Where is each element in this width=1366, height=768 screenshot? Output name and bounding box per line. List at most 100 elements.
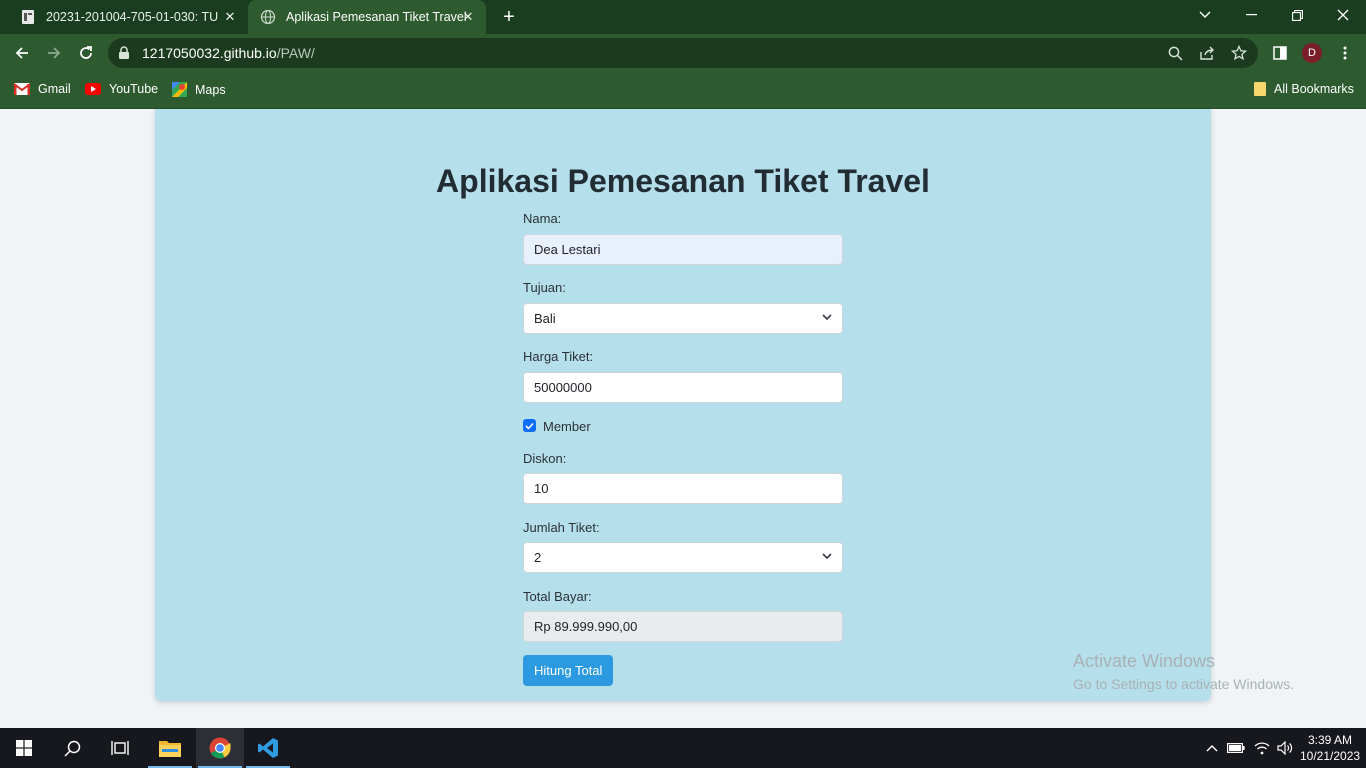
bookmark-youtube[interactable]: YouTube (85, 82, 158, 96)
tab-aplikasi[interactable]: Aplikasi Pemesanan Tiket Travel ✕ (248, 0, 486, 34)
vscode-icon (258, 738, 278, 758)
nama-label: Nama: (523, 211, 562, 226)
taskbar-clock[interactable]: 3:39 AM 10/21/2023 (1300, 732, 1360, 764)
chevron-down-icon (1199, 11, 1211, 18)
tujuan-selected-value: Bali (534, 311, 556, 326)
activate-windows-watermark: Activate Windows Go to Settings to activ… (1073, 651, 1294, 692)
url-path: /PAW/ (276, 45, 315, 61)
all-bookmarks-label: All Bookmarks (1274, 82, 1354, 96)
bookmark-gmail[interactable]: Gmail (14, 82, 71, 96)
chevron-down-icon (822, 553, 832, 560)
share-icon (1200, 46, 1214, 60)
gmail-icon (14, 83, 30, 95)
bookmarks-bar: Gmail YouTube Maps All Bookmarks (0, 72, 1366, 109)
bookmark-label: YouTube (109, 82, 159, 96)
side-panel-icon (1273, 46, 1287, 60)
form-card: Aplikasi Pemesanan Tiket Travel Nama: De… (155, 109, 1211, 701)
back-button[interactable] (11, 42, 33, 64)
task-view-button[interactable] (96, 728, 144, 768)
address-bar[interactable]: 1217050032.github.io/PAW/ (108, 38, 1258, 68)
taskbar-search-button[interactable] (48, 728, 96, 768)
close-icon (1337, 9, 1349, 21)
member-checkbox[interactable] (523, 419, 536, 432)
browser-toolbar: 1217050032.github.io/PAW/ D (0, 34, 1366, 72)
volume-icon (1277, 741, 1293, 755)
profile-avatar[interactable]: D (1302, 43, 1322, 63)
checkmark-icon (525, 422, 534, 430)
restore-icon (1291, 9, 1303, 21)
search-icon (1168, 46, 1183, 61)
forward-button[interactable] (43, 42, 65, 64)
close-tab-icon[interactable]: ✕ (222, 9, 238, 25)
total-label: Total Bayar: (523, 589, 592, 604)
lock-icon[interactable] (118, 46, 130, 60)
wifi-icon (1254, 742, 1270, 755)
windows-taskbar: 3:39 AM 10/21/2023 (0, 728, 1366, 768)
hitung-total-button[interactable]: Hitung Total (523, 655, 614, 686)
globe-icon (260, 9, 276, 25)
tab-title: 20231-201004-705-01-030: TUGAS (46, 10, 218, 24)
close-window-button[interactable] (1320, 0, 1366, 30)
clock-date: 10/21/2023 (1300, 749, 1361, 763)
chrome-button[interactable] (196, 728, 244, 768)
jumlah-selected-value: 2 (534, 550, 542, 565)
diskon-input[interactable]: 10 (523, 473, 843, 504)
url-host: 1217050032.github.io (142, 45, 277, 61)
vscode-button[interactable] (244, 728, 292, 768)
zoom-button[interactable] (1166, 44, 1184, 62)
bookmark-label: Gmail (38, 82, 71, 96)
jumlah-label: Jumlah Tiket: (523, 520, 600, 535)
document-favicon-icon (22, 10, 34, 24)
start-button[interactable] (0, 728, 48, 768)
harga-input[interactable]: 50000000 (523, 372, 843, 403)
tab-title: Aplikasi Pemesanan Tiket Travel (286, 10, 466, 24)
all-bookmarks-button[interactable]: All Bookmarks (1254, 82, 1354, 96)
restore-button[interactable] (1274, 0, 1320, 30)
network-button[interactable] (1252, 738, 1272, 758)
chevron-up-icon (1206, 745, 1218, 752)
page-viewport: Aplikasi Pemesanan Tiket Travel Nama: De… (0, 109, 1366, 728)
battery-button[interactable] (1226, 738, 1246, 758)
browser-tab-bar: 20231-201004-705-01-030: TUGAS ✕ Aplikas… (0, 0, 1366, 34)
harga-label: Harga Tiket: (523, 349, 594, 364)
watermark-subtitle: Go to Settings to activate Windows. (1073, 676, 1294, 692)
chrome-icon (209, 737, 231, 759)
arrow-left-icon (15, 47, 28, 59)
tab-tugas[interactable]: 20231-201004-705-01-030: TUGAS ✕ (8, 0, 248, 34)
windows-logo-icon (16, 740, 32, 756)
nama-input[interactable]: Dea Lestari (523, 234, 843, 265)
url-text[interactable]: 1217050032.github.io/PAW/ (142, 45, 315, 61)
share-button[interactable] (1198, 44, 1216, 62)
tab-search-button[interactable] (1182, 0, 1228, 30)
clock-time: 3:39 AM (1307, 733, 1353, 747)
more-vertical-icon (1343, 46, 1347, 60)
maps-icon (172, 82, 187, 97)
bookmark-maps[interactable]: Maps (172, 82, 226, 97)
member-label[interactable]: Member (543, 419, 591, 434)
bookmark-star-button[interactable] (1230, 44, 1248, 62)
arrow-right-icon (48, 47, 61, 59)
page-title: Aplikasi Pemesanan Tiket Travel (436, 163, 930, 199)
browser-menu-button[interactable] (1334, 42, 1356, 64)
volume-button[interactable] (1275, 738, 1295, 758)
reload-button[interactable] (75, 42, 97, 64)
folder-icon (159, 741, 181, 757)
minimize-icon (1245, 14, 1257, 16)
reload-icon (80, 46, 92, 59)
star-icon (1231, 45, 1247, 61)
diskon-label: Diskon: (523, 451, 567, 466)
minimize-button[interactable] (1228, 0, 1274, 30)
file-explorer-button[interactable] (146, 728, 194, 768)
tujuan-label: Tujuan: (523, 280, 566, 295)
chevron-down-icon (822, 314, 832, 321)
new-tab-button[interactable]: + (497, 6, 521, 28)
tujuan-select[interactable]: Bali (523, 303, 843, 334)
total-output: Rp 89.999.990,00 (523, 611, 843, 642)
side-panel-button[interactable] (1269, 42, 1291, 64)
close-tab-icon[interactable]: ✕ (460, 9, 476, 25)
show-hidden-icons-button[interactable] (1202, 738, 1222, 758)
battery-icon (1227, 743, 1245, 753)
jumlah-select[interactable]: 2 (523, 542, 843, 573)
youtube-icon (85, 83, 101, 95)
bookmark-label: Maps (195, 82, 226, 97)
